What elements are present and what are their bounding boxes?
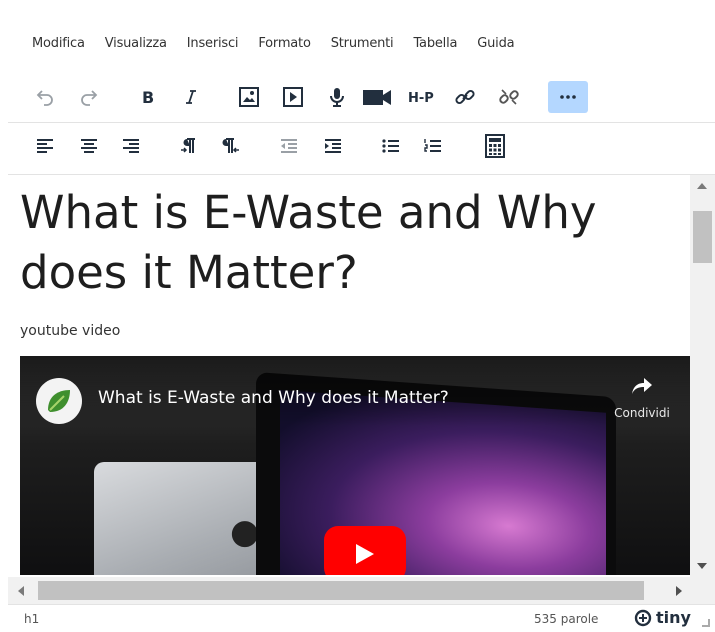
tiny-logo-icon — [634, 609, 652, 626]
share-button[interactable]: Condividi — [602, 376, 682, 420]
align-left-icon — [37, 139, 53, 153]
italic-icon — [186, 90, 196, 104]
align-left-button[interactable] — [28, 130, 62, 162]
undo-button[interactable] — [28, 81, 62, 113]
menu-visualizza[interactable]: Visualizza — [105, 36, 167, 51]
calculator-icon — [485, 134, 505, 158]
bold-button[interactable]: B — [130, 81, 164, 113]
vertical-scroll-thumb[interactable] — [693, 211, 712, 263]
align-center-icon — [81, 139, 97, 153]
italic-button[interactable] — [174, 81, 208, 113]
indent-button[interactable] — [316, 130, 350, 162]
menu-formato[interactable]: Formato — [258, 36, 311, 51]
rtl-icon — [222, 138, 239, 153]
svg-text:B: B — [142, 88, 154, 107]
bullet-list-button[interactable] — [374, 130, 408, 162]
tiny-brand-link[interactable]: tiny — [634, 608, 691, 627]
h5p-button[interactable]: H-P — [404, 81, 444, 113]
image-button[interactable] — [232, 81, 266, 113]
statusbar: h1 535 parole tiny — [8, 604, 715, 632]
menu-inserisci[interactable]: Inserisci — [187, 36, 239, 51]
more-button[interactable] — [548, 81, 588, 113]
menubar: Modifica Visualizza Inserisci Formato St… — [8, 12, 715, 74]
image-icon — [239, 87, 259, 107]
align-right-button[interactable] — [114, 130, 148, 162]
toolbar-row-1: B H-P — [8, 74, 715, 120]
leaf-icon — [48, 390, 70, 412]
content-area[interactable]: What is E-Waste and Why does it Matter? … — [8, 175, 690, 575]
indent-icon — [325, 139, 341, 153]
menu-guida[interactable]: Guida — [477, 36, 514, 51]
media-button[interactable] — [276, 81, 310, 113]
vertical-scrollbar[interactable] — [690, 175, 715, 577]
svg-text:H-P: H-P — [408, 91, 434, 106]
numbered-list-button[interactable] — [416, 130, 450, 162]
editor: Modifica Visualizza Inserisci Formato St… — [8, 12, 715, 632]
align-center-button[interactable] — [72, 130, 106, 162]
horizontal-scroll-thumb[interactable] — [38, 581, 644, 600]
scroll-down-arrow-icon[interactable] — [697, 563, 707, 569]
toolbar-row-2 — [8, 122, 715, 168]
more-icon — [560, 95, 576, 99]
menu-modifica[interactable]: Modifica — [32, 36, 85, 51]
menu-strumenti[interactable]: Strumenti — [331, 36, 394, 51]
channel-avatar[interactable] — [36, 378, 82, 424]
word-count[interactable]: 535 parole — [534, 612, 598, 626]
ltr-icon — [181, 138, 195, 153]
scroll-left-arrow-icon[interactable] — [18, 586, 24, 596]
share-icon — [632, 378, 652, 394]
numbered-list-icon — [424, 139, 441, 152]
align-right-icon — [123, 139, 139, 153]
bullet-list-icon — [382, 139, 399, 153]
h5p-icon: H-P — [408, 91, 434, 106]
link-icon — [455, 89, 475, 105]
embedded-video[interactable]: ● What is E-Waste and Why does it Matter… — [20, 356, 690, 575]
calculator-button[interactable] — [478, 130, 512, 162]
redo-icon — [81, 90, 98, 106]
outdent-button[interactable] — [272, 130, 306, 162]
undo-icon — [36, 90, 53, 106]
redo-button[interactable] — [72, 81, 106, 113]
resize-handle-icon[interactable] — [702, 619, 710, 627]
ltr-button[interactable] — [172, 130, 206, 162]
horizontal-scrollbar[interactable] — [8, 577, 715, 604]
unlink-button[interactable] — [492, 81, 526, 113]
scroll-up-arrow-icon[interactable] — [697, 183, 707, 189]
paragraph: youtube video — [20, 323, 121, 339]
unlink-icon — [499, 89, 519, 105]
media-icon — [283, 87, 303, 107]
outdent-icon — [281, 139, 297, 153]
play-icon — [356, 544, 374, 564]
rtl-button[interactable] — [214, 130, 248, 162]
microphone-icon — [330, 88, 344, 107]
video-title[interactable]: What is E-Waste and Why does it Matter? — [98, 388, 449, 408]
scroll-right-arrow-icon[interactable] — [676, 586, 682, 596]
page-title: What is E-Waste and Why does it Matter? — [20, 186, 597, 299]
video-camera-icon — [363, 90, 391, 105]
play-button[interactable] — [324, 526, 406, 575]
brand-label: tiny — [656, 608, 691, 627]
link-button[interactable] — [448, 81, 482, 113]
element-path[interactable]: h1 — [24, 612, 39, 626]
menu-tabella[interactable]: Tabella — [413, 36, 457, 51]
video-camera-button[interactable] — [360, 81, 394, 113]
microphone-button[interactable] — [320, 81, 354, 113]
share-label: Condividi — [614, 406, 670, 420]
bold-icon: B — [142, 88, 154, 107]
